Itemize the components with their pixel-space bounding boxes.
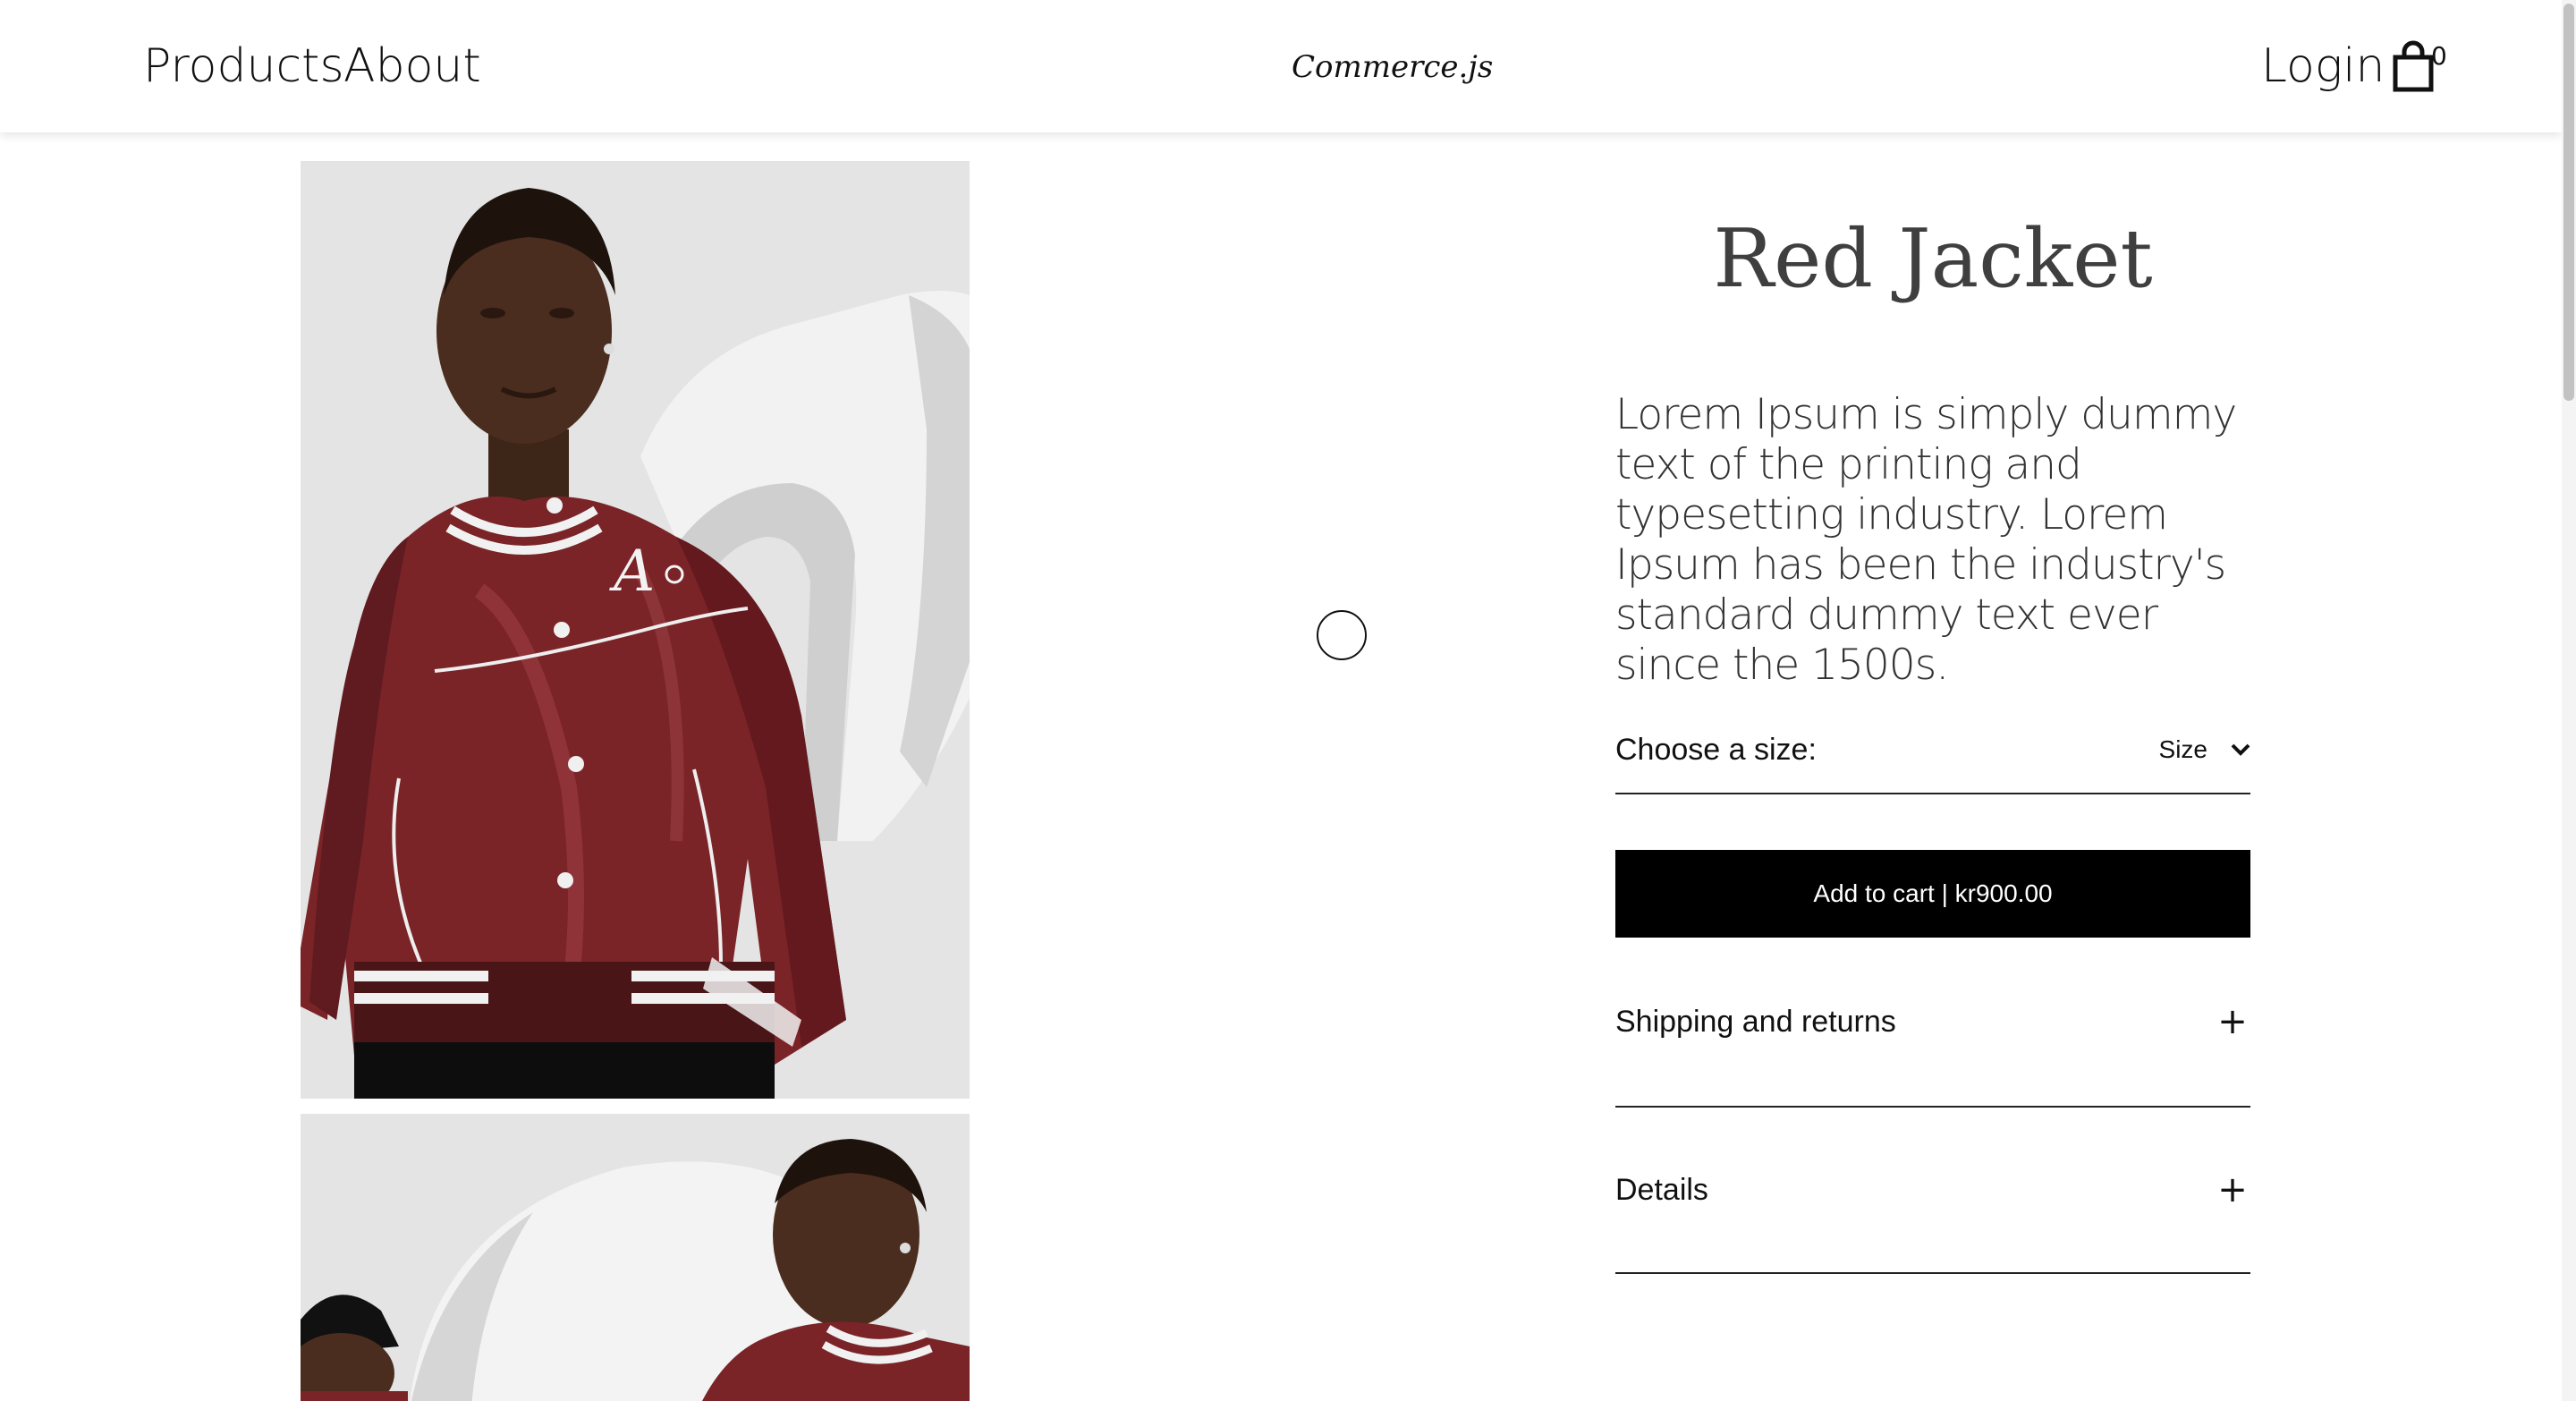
product-image-2 bbox=[301, 1114, 970, 1401]
details-accordion[interactable]: Details + bbox=[1615, 1163, 2250, 1274]
plus-icon[interactable]: + bbox=[2215, 998, 2250, 1045]
size-selector-row: Choose a size: Size bbox=[1615, 721, 2250, 794]
brand-logo[interactable]: Commerce.js bbox=[1292, 45, 1493, 89]
accordion-title: Shipping and returns bbox=[1615, 1005, 1896, 1039]
product-description: Lorem Ipsum is simply dummy text of the … bbox=[1615, 390, 2237, 690]
svg-text:A: A bbox=[609, 539, 655, 605]
login-link[interactable]: Login bbox=[2261, 34, 2385, 98]
product-page: Products About Commerce.js Login 0 A Red… bbox=[0, 0, 2576, 1401]
accordion-title: Details bbox=[1615, 1173, 1708, 1207]
nav-about-link[interactable]: About bbox=[343, 34, 481, 98]
size-select[interactable]: Size bbox=[2159, 725, 2250, 775]
size-label: Choose a size: bbox=[1615, 733, 1817, 767]
nav-products-link[interactable]: Products bbox=[143, 34, 344, 98]
shipping-returns-accordion[interactable]: Shipping and returns + bbox=[1615, 995, 2250, 1108]
plus-icon[interactable]: + bbox=[2215, 1167, 2250, 1213]
product-image-1: A bbox=[301, 161, 970, 1099]
size-select-value: Size bbox=[2158, 735, 2207, 763]
scrollbar-thumb[interactable] bbox=[2563, 4, 2574, 401]
chevron-down-icon bbox=[2231, 743, 2250, 756]
product-title: Red Jacket bbox=[1713, 212, 2153, 306]
page-scrollbar[interactable] bbox=[2562, 0, 2576, 1401]
site-header: Products About Commerce.js Login 0 bbox=[0, 0, 2562, 132]
mouse-cursor bbox=[1317, 610, 1367, 660]
cart-count-badge: 0 bbox=[2431, 41, 2447, 71]
add-to-cart-button[interactable]: Add to cart | kr900.00 bbox=[1615, 850, 2250, 938]
